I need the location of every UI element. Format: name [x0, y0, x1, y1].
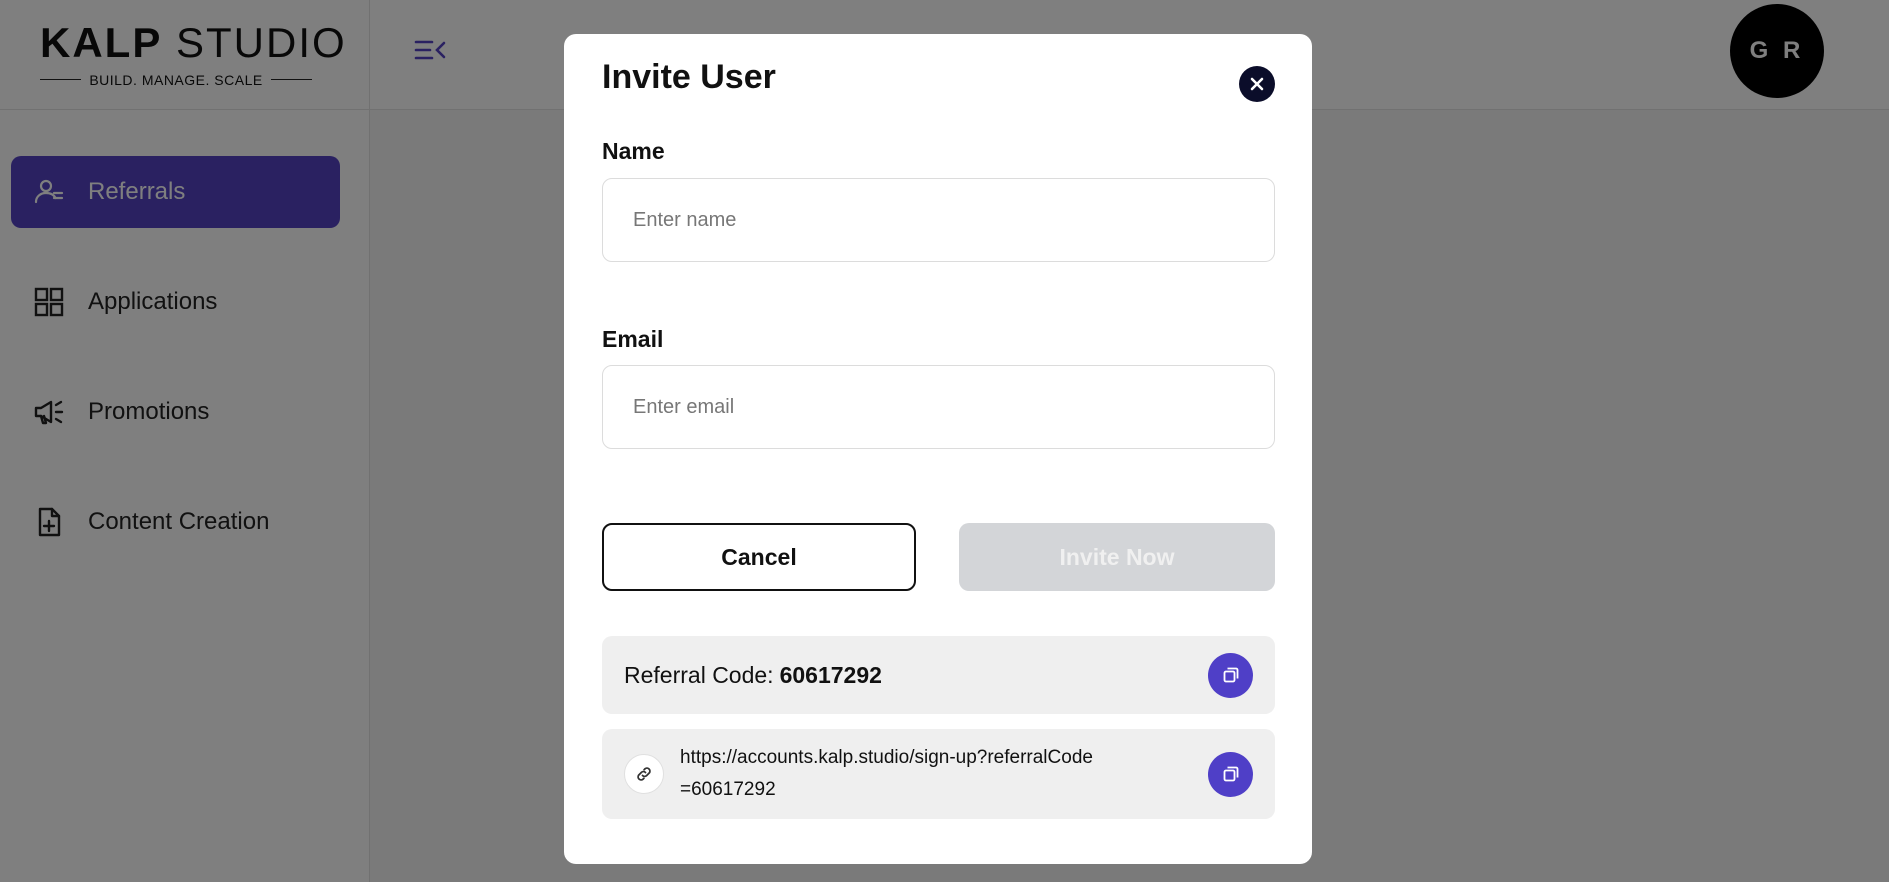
close-button[interactable] [1239, 66, 1275, 102]
invite-now-button[interactable]: Invite Now [959, 523, 1275, 591]
close-icon [1250, 77, 1264, 91]
email-field[interactable] [602, 365, 1275, 449]
copy-referral-code-button[interactable] [1208, 652, 1253, 698]
name-field[interactable] [602, 178, 1275, 262]
link-icon [624, 754, 664, 794]
referral-link-box: https://accounts.kalp.studio/sign-up?ref… [602, 729, 1275, 819]
email-label: Email [602, 326, 664, 352]
referral-code-value: 60617292 [779, 661, 882, 688]
referral-code-label: Referral Code: [624, 661, 774, 688]
copy-icon [1223, 667, 1238, 683]
modal-title: Invite User [602, 58, 776, 96]
copy-icon [1223, 766, 1238, 782]
name-label: Name [602, 138, 665, 164]
cancel-button[interactable]: Cancel [602, 523, 916, 591]
referral-link[interactable]: https://accounts.kalp.studio/sign-up?ref… [680, 742, 1100, 806]
invite-user-modal: Invite User Name Email Cancel Invite Now… [564, 34, 1312, 864]
referral-code-box: Referral Code: 60617292 [602, 636, 1275, 714]
copy-referral-link-button[interactable] [1208, 751, 1253, 797]
